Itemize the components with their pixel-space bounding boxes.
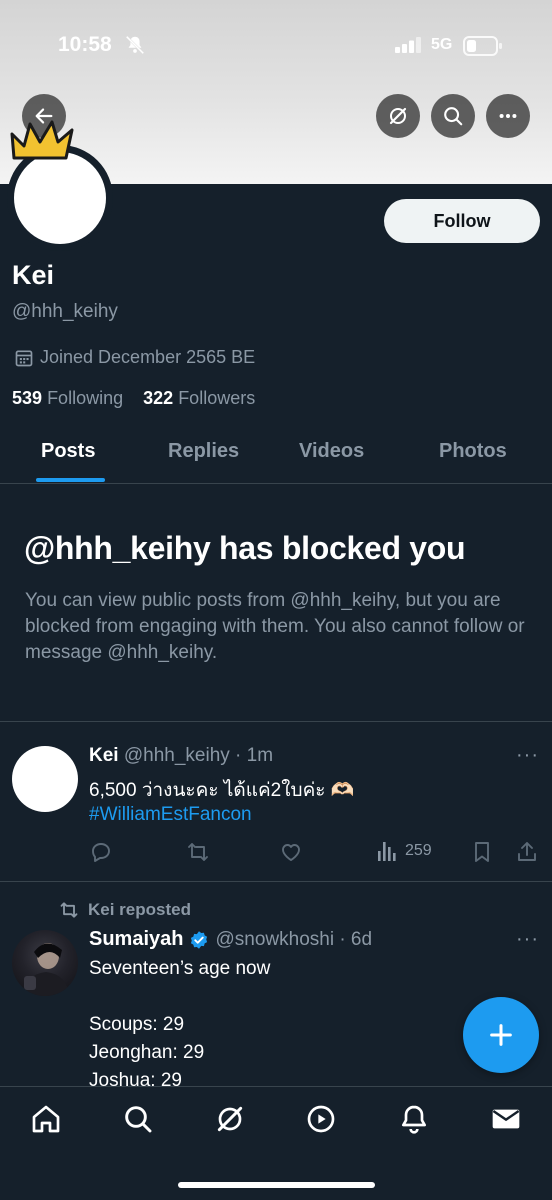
share-icon[interactable] — [515, 840, 539, 864]
divider — [0, 721, 552, 722]
repost-text-line: Jeonghan: 29 — [89, 1042, 205, 1063]
status-time: 10:58 — [58, 33, 112, 56]
tab-replies[interactable]: Replies — [168, 440, 239, 463]
following-link[interactable]: 539 Following — [12, 388, 123, 408]
messages-icon[interactable] — [490, 1103, 522, 1135]
following-label: Following — [47, 388, 124, 408]
post-more-button[interactable]: ··· — [516, 744, 539, 767]
profile-stats: 539 Following 322 Followers — [12, 388, 255, 409]
search-button[interactable] — [431, 94, 475, 138]
repost-indicator: Kei reposted — [58, 900, 191, 920]
reply-icon[interactable] — [89, 840, 113, 864]
search-icon[interactable] — [122, 1103, 154, 1135]
views-count: 259 — [405, 842, 432, 859]
profile-name: Kei — [12, 260, 55, 290]
video-icon[interactable] — [305, 1103, 337, 1135]
signal-icon — [395, 37, 421, 53]
post-header: Kei @hhh_keihy · 1m — [89, 745, 273, 767]
grok-button[interactable] — [376, 94, 420, 138]
more-options-button[interactable] — [486, 94, 530, 138]
tab-posts[interactable]: Posts — [41, 440, 95, 463]
post-meta: @hhh_keihy · 1m — [123, 745, 274, 766]
battery-icon — [463, 36, 502, 56]
followers-label: Followers — [178, 388, 256, 408]
grok-icon[interactable] — [214, 1103, 246, 1135]
divider — [0, 881, 552, 882]
repost-author-avatar[interactable] — [12, 930, 78, 996]
more-icon — [499, 113, 517, 119]
bookmark-icon[interactable] — [470, 840, 494, 864]
active-tab-indicator — [36, 478, 105, 482]
repost-author[interactable]: Sumaiyah — [89, 928, 183, 951]
blocked-message: You can view public posts from @hhh_keih… — [25, 590, 525, 663]
blocked-title: @hhh_keihy has blocked you — [24, 530, 466, 566]
repost-more-button[interactable]: ··· — [516, 928, 539, 951]
repost-small-icon — [60, 902, 78, 918]
post-text: 6,500 ว่างนะคะ ได้แค่2ใบค่ะ 🫶🏻 — [89, 780, 355, 801]
post-author[interactable]: Kei — [89, 745, 119, 766]
compose-button[interactable] — [463, 997, 539, 1073]
avatar-photo — [22, 943, 70, 996]
views-icon — [378, 842, 396, 861]
followers-link[interactable]: 322 Followers — [143, 388, 255, 408]
home-indicator — [178, 1182, 375, 1188]
post-avatar[interactable] — [12, 746, 78, 812]
repost-label: Kei reposted — [88, 900, 191, 919]
calendar-icon — [15, 350, 33, 366]
profile-handle: @hhh_keihy — [12, 301, 118, 322]
follow-button[interactable]: Follow — [384, 199, 540, 243]
status-bar: 10:58 5G — [0, 0, 552, 90]
plus-icon — [490, 1024, 512, 1046]
repost-meta: @snowkhoshi · 6d — [215, 928, 373, 950]
verified-badge-icon — [191, 930, 208, 949]
joined-text: Joined December 2565 BE — [40, 347, 256, 367]
following-count: 539 — [12, 388, 43, 408]
crown-icon — [10, 120, 74, 160]
notifications-icon[interactable] — [398, 1103, 430, 1135]
search-icon — [444, 107, 463, 126]
silent-bell-icon — [125, 35, 145, 55]
repost-header: Sumaiyah @snowkhoshi · 6d — [89, 928, 372, 951]
tab-videos[interactable]: Videos — [299, 440, 364, 463]
repost-text-line: Scoups: 29 — [89, 1014, 185, 1035]
post-hashtag[interactable]: #WilliamEstFancon — [89, 804, 252, 826]
home-icon[interactable] — [30, 1103, 62, 1135]
grok-icon — [389, 107, 407, 125]
joined-date: Joined December 2565 BE — [14, 347, 255, 368]
like-icon[interactable] — [279, 840, 303, 864]
network-type: 5G — [431, 36, 453, 53]
repost-text-line: Seventeen’s age now — [89, 958, 271, 979]
profile-tabs: Posts Replies Videos Photos — [0, 430, 552, 484]
repost-icon[interactable] — [186, 840, 210, 864]
followers-count: 322 — [143, 388, 174, 408]
tab-photos[interactable]: Photos — [439, 440, 507, 463]
views-counter[interactable]: 259 — [377, 840, 432, 862]
